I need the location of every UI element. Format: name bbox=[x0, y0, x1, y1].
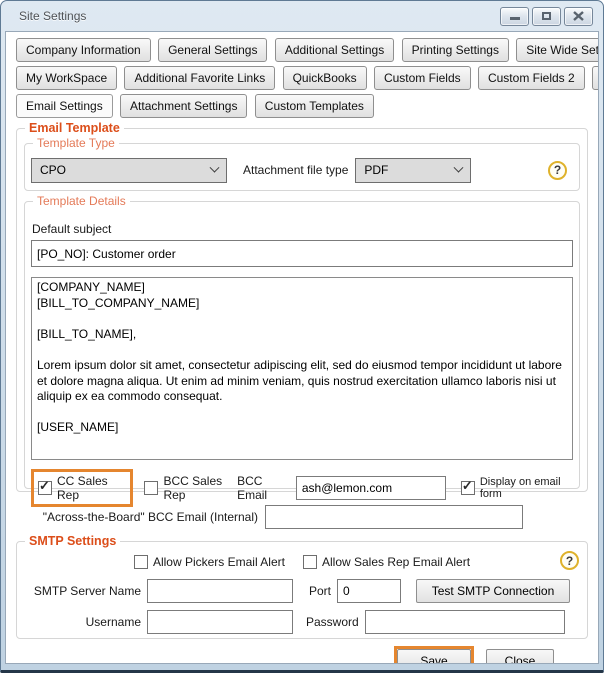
port-label: Port bbox=[309, 584, 331, 598]
window-controls bbox=[500, 7, 593, 26]
display-on-email-form-checkbox[interactable]: ✓ Display on email form bbox=[461, 476, 573, 500]
tab-attachment-settings[interactable]: Attachment Settings bbox=[120, 94, 247, 118]
smtp-server-row: SMTP Server Name Port Test SMTP Connecti… bbox=[23, 579, 581, 603]
smtp-server-name-label: SMTP Server Name bbox=[23, 584, 141, 598]
bcc-sales-rep-label: BCC Sales Rep bbox=[163, 474, 237, 502]
email-body-textarea[interactable]: [COMPANY_NAME] [BILL_TO_COMPANY_NAME] [B… bbox=[31, 277, 573, 460]
across-the-board-bcc-email-label: "Across-the-Board" BCC Email (Internal) bbox=[16, 510, 258, 524]
attachment-file-type-label: Attachment file type bbox=[243, 163, 348, 177]
template-details-group: Template Details Default subject [COMPAN… bbox=[24, 201, 580, 489]
across-the-board-row: "Across-the-Board" BCC Email (Internal) bbox=[16, 505, 588, 529]
tab-email-settings[interactable]: Email Settings bbox=[16, 94, 113, 118]
check-icon: ✓ bbox=[39, 479, 50, 493]
checkbox-box bbox=[134, 555, 148, 569]
password-input[interactable] bbox=[365, 610, 565, 634]
tab-custom-fields[interactable]: Custom Fields bbox=[374, 66, 471, 90]
site-settings-window: Site Settings Company Information Genera… bbox=[0, 0, 604, 673]
template-options-row: ✓ CC Sales Rep BCC Sales Rep BCC Email ✓… bbox=[31, 469, 573, 507]
tab-quickbooks[interactable]: QuickBooks bbox=[283, 66, 367, 90]
allow-pickers-email-alert-label: Allow Pickers Email Alert bbox=[153, 555, 285, 569]
cc-sales-rep-checkbox[interactable]: ✓ CC Sales Rep bbox=[38, 474, 123, 502]
minimize-icon bbox=[510, 17, 520, 20]
tab-additional-settings[interactable]: Additional Settings bbox=[275, 38, 394, 62]
username-label: Username bbox=[23, 615, 141, 629]
default-subject-label: Default subject bbox=[32, 222, 573, 236]
check-icon: ✓ bbox=[462, 479, 473, 493]
template-type-group-title: Template Type bbox=[33, 136, 119, 150]
template-type-dropdown[interactable]: CPO bbox=[31, 158, 227, 183]
tab-site-wide-settings[interactable]: Site Wide Settings bbox=[516, 38, 599, 62]
email-template-group-title: Email Template bbox=[25, 121, 124, 135]
checkbox-box bbox=[144, 481, 158, 495]
smtp-alerts-row: Allow Pickers Email Alert Allow Sales Re… bbox=[23, 552, 581, 572]
smtp-server-name-input[interactable] bbox=[147, 579, 293, 603]
checkbox-box: ✓ bbox=[461, 481, 475, 495]
smtp-settings-group: SMTP Settings Allow Pickers Email Alert … bbox=[16, 541, 588, 639]
help-icon[interactable]: ? bbox=[560, 551, 579, 570]
close-icon bbox=[573, 11, 584, 21]
attachment-file-type-dropdown[interactable]: PDF bbox=[355, 158, 471, 183]
help-icon[interactable]: ? bbox=[548, 161, 567, 180]
password-label: Password bbox=[306, 615, 359, 629]
footer-button-row: Save Close bbox=[16, 646, 588, 664]
title-bar: Site Settings bbox=[5, 1, 599, 31]
cc-sales-rep-label: CC Sales Rep bbox=[57, 474, 123, 502]
tab-row-2: My WorkSpace Additional Favorite Links Q… bbox=[16, 66, 588, 90]
tab-my-workspace[interactable]: My WorkSpace bbox=[16, 66, 117, 90]
checkbox-box: ✓ bbox=[38, 481, 52, 495]
tab-additional-favorite-links[interactable]: Additional Favorite Links bbox=[124, 66, 275, 90]
checkbox-box bbox=[303, 555, 317, 569]
bcc-sales-rep-checkbox[interactable]: BCC Sales Rep bbox=[144, 474, 237, 502]
allow-sales-rep-email-alert-label: Allow Sales Rep Email Alert bbox=[322, 555, 470, 569]
bcc-email-label: BCC Email bbox=[237, 474, 290, 502]
close-button[interactable]: Close bbox=[486, 649, 554, 664]
window-title: Site Settings bbox=[19, 9, 86, 23]
smtp-credentials-row: Username Password bbox=[23, 610, 581, 634]
chevron-down-icon bbox=[210, 162, 220, 172]
test-smtp-connection-button[interactable]: Test SMTP Connection bbox=[416, 579, 570, 603]
template-type-selected-value: CPO bbox=[40, 163, 211, 177]
tab-general-settings[interactable]: General Settings bbox=[158, 38, 267, 62]
tab-company-information[interactable]: Company Information bbox=[16, 38, 151, 62]
close-window-button[interactable] bbox=[564, 7, 593, 26]
tab-custom-fields-2[interactable]: Custom Fields 2 bbox=[478, 66, 585, 90]
display-on-email-form-label: Display on email form bbox=[480, 476, 573, 500]
default-subject-input[interactable] bbox=[31, 240, 573, 267]
tab-row-3: Email Settings Attachment Settings Custo… bbox=[16, 94, 588, 118]
tab-uom-settings[interactable]: UOM Settings bbox=[592, 66, 599, 90]
tab-custom-templates[interactable]: Custom Templates bbox=[255, 94, 374, 118]
allow-pickers-email-alert-checkbox[interactable]: Allow Pickers Email Alert bbox=[134, 555, 285, 569]
email-template-group: Email Template Template Type CPO Attachm… bbox=[16, 128, 588, 492]
port-input[interactable] bbox=[337, 579, 401, 603]
save-button[interactable]: Save bbox=[397, 649, 471, 664]
tab-printing-settings[interactable]: Printing Settings bbox=[402, 38, 509, 62]
chevron-down-icon bbox=[454, 162, 464, 172]
restore-icon bbox=[542, 12, 551, 20]
attachment-file-type-selected-value: PDF bbox=[364, 163, 455, 177]
across-the-board-bcc-email-input[interactable] bbox=[265, 505, 523, 529]
username-input[interactable] bbox=[147, 610, 293, 634]
cc-sales-rep-annotation: ✓ CC Sales Rep bbox=[31, 469, 133, 507]
tab-row-1: Company Information General Settings Add… bbox=[16, 38, 588, 62]
minimize-button[interactable] bbox=[500, 7, 529, 26]
template-details-group-title: Template Details bbox=[33, 194, 130, 208]
bcc-email-input[interactable] bbox=[296, 476, 446, 500]
dialog-client-area: Company Information General Settings Add… bbox=[5, 31, 599, 664]
template-type-group: Template Type CPO Attachment file type P… bbox=[24, 143, 580, 191]
save-button-annotation: Save bbox=[394, 646, 474, 664]
restore-button[interactable] bbox=[532, 7, 561, 26]
allow-sales-rep-email-alert-checkbox[interactable]: Allow Sales Rep Email Alert bbox=[303, 555, 470, 569]
smtp-settings-group-title: SMTP Settings bbox=[25, 534, 120, 548]
